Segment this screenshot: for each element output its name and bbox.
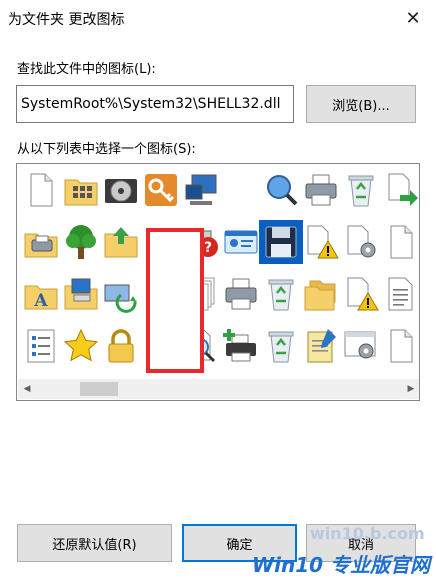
document-warning-icon — [347, 277, 379, 311]
file-label: 查找此文件中的图标(L): — [17, 62, 156, 77]
svg-text:?: ? — [204, 240, 212, 256]
window-title: 为文件夹 更改图标 — [8, 12, 125, 28]
text-document-icon — [388, 277, 413, 311]
icon-cell[interactable] — [379, 220, 419, 264]
printer-folder-icon — [24, 233, 58, 258]
blank-document-icon — [390, 329, 413, 363]
icon-cell[interactable] — [259, 220, 303, 264]
close-icon: ✕ — [405, 7, 421, 29]
checklist-icon — [27, 329, 55, 363]
browse-button[interactable]: 浏览(B)... — [306, 85, 416, 123]
icon-cell[interactable] — [59, 324, 103, 368]
scroll-thumb[interactable] — [80, 382, 118, 396]
icon-cell[interactable] — [19, 220, 63, 264]
icon-cell[interactable] — [299, 272, 343, 316]
icon-file-input[interactable] — [16, 85, 294, 123]
document-warning-icon — [307, 225, 339, 259]
icon-cell[interactable] — [339, 272, 383, 316]
icon-cell[interactable] — [19, 168, 63, 212]
icon-cell[interactable] — [299, 168, 343, 212]
icon-cell[interactable] — [139, 168, 183, 212]
icon-cell[interactable] — [219, 220, 263, 264]
restore-default-button[interactable]: 还原默认值(R) — [17, 524, 172, 562]
icon-cell[interactable] — [59, 220, 103, 264]
computer-folder-icon — [64, 278, 98, 310]
icon-cell[interactable] — [59, 272, 103, 316]
scroll-right-icon[interactable]: ▶ — [402, 379, 419, 399]
lock-icon — [108, 329, 134, 363]
icon-cell[interactable] — [99, 324, 143, 368]
icon-cell[interactable] — [19, 324, 63, 368]
document-gear-icon — [347, 225, 376, 258]
icon-cell[interactable] — [379, 168, 419, 212]
window-gear-icon — [344, 331, 376, 359]
folder-up-icon — [104, 227, 138, 258]
icon-list-label: 从以下列表中选择一个图标(S): — [17, 142, 196, 157]
close-button[interactable]: ✕ — [390, 0, 436, 36]
icon-cell[interactable] — [219, 324, 263, 368]
font-folder-icon: A — [24, 285, 58, 311]
icon-cell[interactable] — [59, 168, 103, 212]
printer-icon — [305, 174, 337, 206]
icon-grid: ? A — [19, 168, 419, 378]
recycle-bin-icon — [348, 175, 374, 207]
monitor-network-icon — [185, 174, 217, 205]
printer-add-icon — [223, 329, 256, 362]
icon-cell[interactable] — [299, 324, 343, 368]
tree-icon — [66, 225, 96, 259]
icon-cell[interactable] — [379, 324, 419, 368]
magnifier-globe-icon — [267, 175, 298, 206]
icon-cell[interactable] — [99, 220, 143, 264]
icon-cell[interactable] — [339, 220, 383, 264]
icon-cell[interactable]: A — [19, 272, 63, 316]
icon-cell[interactable] — [219, 168, 263, 212]
icon-cell[interactable] — [259, 168, 303, 212]
document-arrow-icon — [388, 173, 418, 206]
floppy-disk-icon — [265, 226, 297, 258]
icon-cell[interactable] — [299, 220, 343, 264]
blank-document-icon — [390, 225, 413, 259]
printer-icon — [225, 278, 257, 310]
star-icon — [63, 328, 99, 362]
scroll-left-icon[interactable]: ◀ — [18, 379, 36, 399]
redaction-box — [146, 228, 204, 373]
key-icon — [145, 174, 177, 206]
watermark-brand: Win10 专业版官网 — [252, 553, 430, 577]
horizontal-scrollbar[interactable]: ◀ ▶ — [18, 379, 419, 399]
icon-cell[interactable] — [99, 272, 143, 316]
icon-list[interactable]: ? A ◀ ▶ — [16, 163, 420, 401]
icon-cell[interactable] — [99, 168, 143, 212]
network-folder-icon — [104, 284, 137, 313]
id-card-icon — [224, 230, 258, 254]
icon-cell[interactable] — [339, 168, 383, 212]
recycle-bin-icon — [268, 331, 294, 363]
icon-cell[interactable] — [219, 272, 263, 316]
svg-text:A: A — [33, 291, 48, 311]
blank-document-icon — [30, 173, 53, 207]
title-bar: 为文件夹 更改图标 ✕ — [0, 0, 436, 36]
icon-cell[interactable] — [379, 272, 419, 316]
watermark-url: win10.b.com — [310, 524, 425, 543]
cd-drive-icon — [105, 179, 137, 203]
folders-icon — [304, 280, 336, 311]
icon-cell[interactable] — [259, 324, 303, 368]
icon-cell[interactable] — [179, 168, 223, 212]
notepad-icon — [307, 329, 336, 363]
icon-cell[interactable] — [259, 272, 303, 316]
icon-cell[interactable] — [339, 324, 383, 368]
folder-apps-icon — [64, 179, 98, 206]
recycle-bin-icon — [268, 279, 294, 311]
